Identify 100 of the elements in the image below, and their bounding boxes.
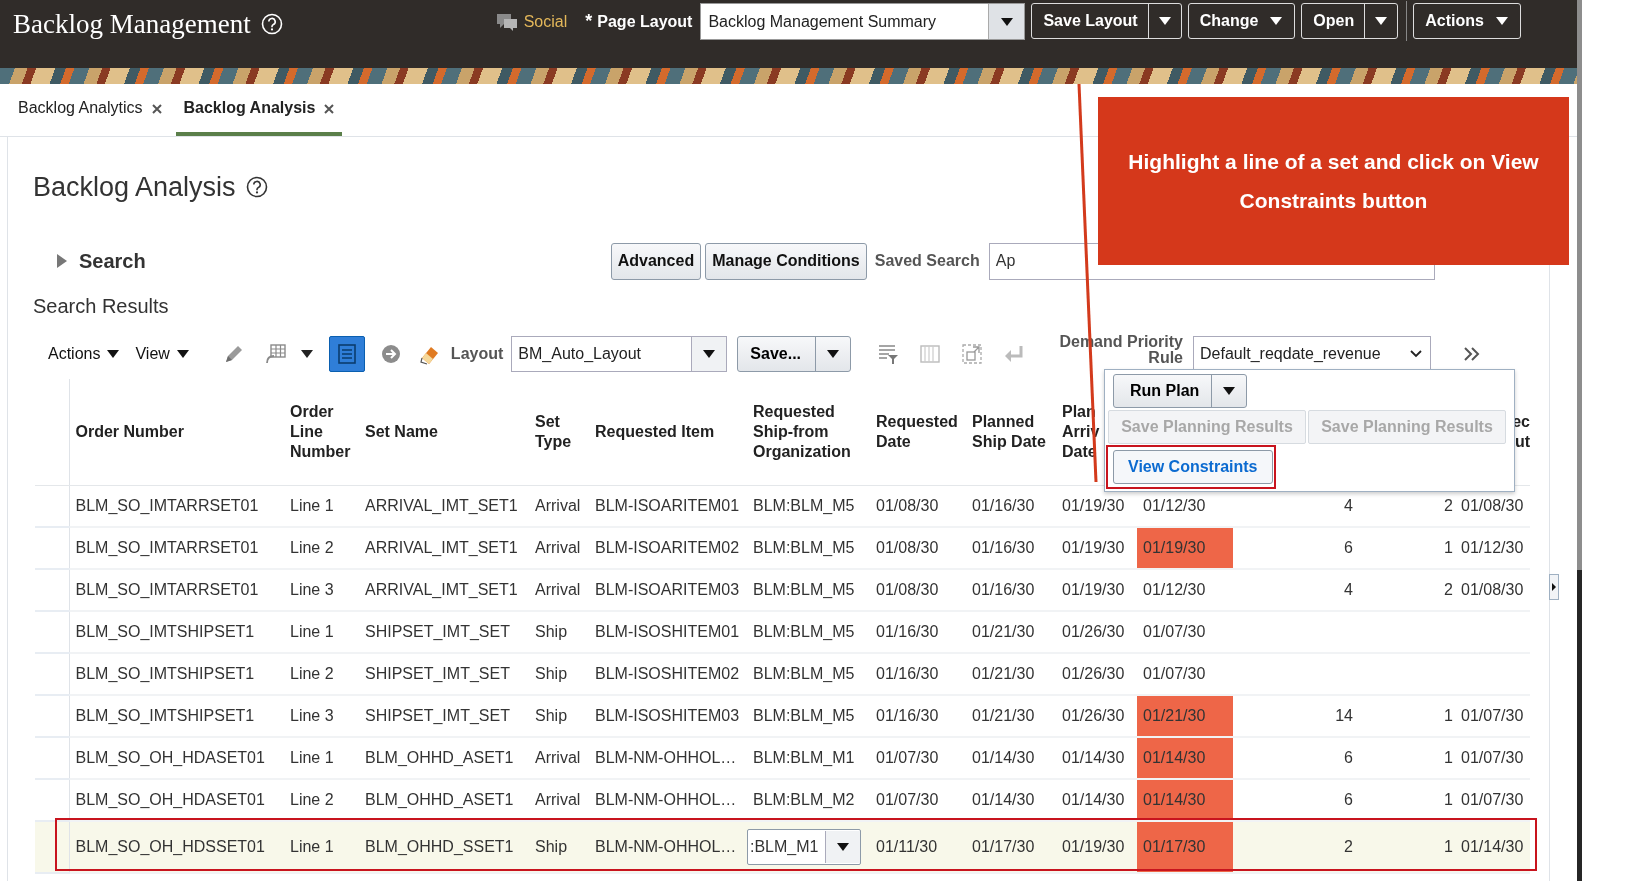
table-cell: 01/21/30 [972, 707, 1035, 724]
table-cell: BLM_SO_OH_HDSSET01 [75, 838, 265, 855]
table-cell: 01/08/30 [876, 497, 939, 514]
table-cell: BLM:BLM_M5 [753, 539, 855, 556]
table-cell: 6 [1344, 539, 1353, 556]
layout-button[interactable]: Actions [1413, 3, 1521, 39]
table-cell: 01/26/30 [1062, 665, 1125, 682]
save-button[interactable]: Save... [737, 336, 851, 372]
filter-list-icon[interactable] [877, 343, 899, 365]
table-export-icon[interactable] [264, 343, 287, 365]
table-cell: 01/19/30 [1062, 581, 1125, 598]
double-chevron-icon[interactable] [1463, 346, 1481, 362]
menu-button[interactable]: Actions [48, 345, 120, 363]
table-cell: 01/07/30 [1461, 707, 1524, 724]
expand-handle-icon[interactable] [1549, 574, 1559, 600]
save-results-button: Save Planning Results [1108, 410, 1306, 444]
table-cell: BLM_SO_OH_HDASET01 [75, 791, 265, 808]
table-cell: BLM_SO_IMTARRSET01 [75, 497, 259, 514]
search-button[interactable]: Advanced [610, 242, 702, 280]
table-cell: Line 1 [290, 838, 334, 855]
table-row[interactable]: BLM_SO_IMTSHIPSET1 Line 1 SHIPSET_IMT_SET Ship BLM-ISOSHITEM01 BLM:BLM_M5 01/16/30 01/21/30 01/26/30 01/07/30 [35, 611, 1530, 653]
table-cell: 01/16/30 [972, 497, 1035, 514]
layout-button[interactable]: Save Layout [1031, 3, 1182, 39]
page-layout-select[interactable]: Backlog Management Summary [700, 3, 1026, 40]
search-button[interactable]: Manage Conditions [705, 242, 867, 280]
callout-text: Highlight a line of a set and click on View Constraints button [1127, 149, 1540, 214]
table-row[interactable]: BLM_SO_IMTSHIPSET1 Line 2 SHIPSET_IMT_SET Ship BLM-ISOSHITEM02 BLM:BLM_M5 01/16/30 01/21/30 01/26/30 01/07/30 [35, 653, 1530, 695]
table-cell: BLM-ISOARITEM01 [595, 497, 740, 514]
table-cell: BLM-ISOSHITEM03 [595, 707, 740, 724]
column-header[interactable]: Requested Ship-from Organization [753, 402, 866, 462]
table-cell: 01/08/30 [876, 581, 939, 598]
column-header[interactable]: Order Number [75, 422, 184, 442]
column-header[interactable]: Requested Date [876, 412, 962, 452]
table-cell: 6 [1344, 749, 1353, 766]
table-cell: Line 2 [290, 791, 334, 808]
table-cell: 1 [1444, 749, 1453, 766]
table-cell: Arrival [535, 497, 581, 514]
table-cell: ARRIVAL_IMT_SET1 [365, 497, 518, 514]
organization-select[interactable]: :BLM_M1 [747, 829, 861, 865]
scrollbar[interactable] [1577, 0, 1582, 881]
alert-cell: 01/21/30 [1137, 695, 1233, 737]
close-icon[interactable] [324, 104, 335, 114]
table-cell: BLM:BLM_M5 [753, 623, 855, 640]
caret-icon[interactable] [300, 350, 313, 358]
table-cell: Line 2 [290, 539, 334, 556]
table-cell: BLM-NM-OHHOL… [595, 838, 737, 855]
caret-icon [1270, 17, 1283, 25]
table-cell: Ship [535, 707, 568, 724]
table-row[interactable]: BLM_SO_IMTARRSET01 Line 3 ARRIVAL_IMT_SET1 Arrival BLM-ISOARITEM03 BLM:BLM_M5 01/08/30 01/16/30 01/19/30 01/12/30 4 2 01/08/30 [35, 569, 1530, 611]
layout-select[interactable]: BM_Auto_Layout [511, 336, 728, 372]
column-header[interactable]: Set Type [535, 412, 585, 452]
table-cell: BLM_OHHD_ASET1 [365, 749, 514, 766]
table-cell: BLM:BLM_M5 [753, 707, 855, 724]
menu-button[interactable]: View [135, 345, 189, 363]
table-row[interactable]: BLM_SO_OH_HDASET01 Line 1 BLM_OHHD_ASET1 Arrival BLM-NM-OHHOL… BLM:BLM_M1 01/07/30 01/14/30 01/14/30 01/14/30 6 1 01/07/30 [35, 737, 1530, 779]
table-cell: BLM:BLM_M1 [753, 749, 855, 766]
modified-mark: * [585, 11, 593, 32]
social-link[interactable]: Social [523, 13, 568, 31]
caret-icon [827, 350, 839, 358]
table-cell: 2 [1444, 497, 1453, 514]
column-header[interactable]: Order Line Number [290, 402, 355, 462]
table-cell: 01/16/30 [876, 623, 939, 640]
table-cell: 01/14/30 [972, 749, 1035, 766]
layout-button[interactable]: Change [1187, 3, 1296, 39]
table-cell: 01/16/30 [972, 539, 1035, 556]
search-disclosure[interactable]: Search [57, 249, 146, 273]
layout-button[interactable]: Open [1301, 3, 1399, 39]
tab[interactable]: Backlog Analysis [175, 84, 343, 136]
tab[interactable]: Backlog Analytics [10, 84, 170, 136]
close-icon[interactable] [151, 104, 162, 114]
alert-cell: 01/19/30 [1137, 527, 1233, 569]
table-cell: 2 [1444, 581, 1453, 598]
table-cell: 01/26/30 [1062, 623, 1125, 640]
table-row[interactable]: BLM_SO_IMTARRSET01 Line 2 ARRIVAL_IMT_SET1 Arrival BLM-ISOARITEM02 BLM:BLM_M5 01/08/30 01/16/30 01/19/30 01/19/30 6 1 01/12/30 [35, 527, 1530, 569]
results-title: Search Results [33, 294, 170, 319]
table-row[interactable]: BLM_SO_IMTSHIPSET1 Line 3 SHIPSET_IMT_SET Ship BLM-ISOSHITEM03 BLM:BLM_M5 01/16/30 01/21/30 01/26/30 01/21/30 14 1 01/07/30 [35, 695, 1530, 737]
caret-icon [837, 843, 849, 851]
table-row[interactable]: BLM_SO_OH_HDSSET01 Line 1 BLM_OHHD_SSET1 Ship BLM-NM-OHHOL… :BLM_M1 01/11/30 01/17/30 01/19/30 01/17/30 2 1 01/14/30 [35, 821, 1530, 873]
table-cell: 01/07/30 [1143, 623, 1206, 640]
table-cell: BLM:BLM_M5 [753, 581, 855, 598]
page-layout-label: Page Layout [597, 13, 693, 31]
table-cell: 01/16/30 [972, 581, 1035, 598]
column-header[interactable]: Requested Item [595, 422, 715, 442]
table-cell: 01/19/30 [1062, 539, 1125, 556]
table-cell: 14 [1335, 707, 1353, 724]
table-cell: 01/19/30 [1062, 838, 1125, 855]
table-cell: SHIPSET_IMT_SET [365, 707, 510, 724]
table-cell: BLM:BLM_M5 [753, 497, 855, 514]
arrow-circle-icon[interactable] [380, 344, 401, 364]
run-plan-button[interactable]: Run Plan [1113, 374, 1248, 408]
table-cell: SHIPSET_IMT_SET [365, 623, 510, 640]
chat-icon[interactable] [495, 13, 518, 31]
table-cell: BLM_SO_IMTSHIPSET1 [75, 623, 255, 640]
table-cell: 01/19/30 [1062, 497, 1125, 514]
help-icon[interactable] [245, 176, 268, 198]
table-cell: 01/08/30 [876, 539, 939, 556]
freeze-toggle[interactable] [328, 336, 365, 372]
view-constraints-button[interactable]: View Constraints [1113, 450, 1273, 484]
column-header[interactable]: Planned Ship Date [972, 412, 1052, 452]
column-header[interactable]: Set Name [365, 422, 438, 442]
